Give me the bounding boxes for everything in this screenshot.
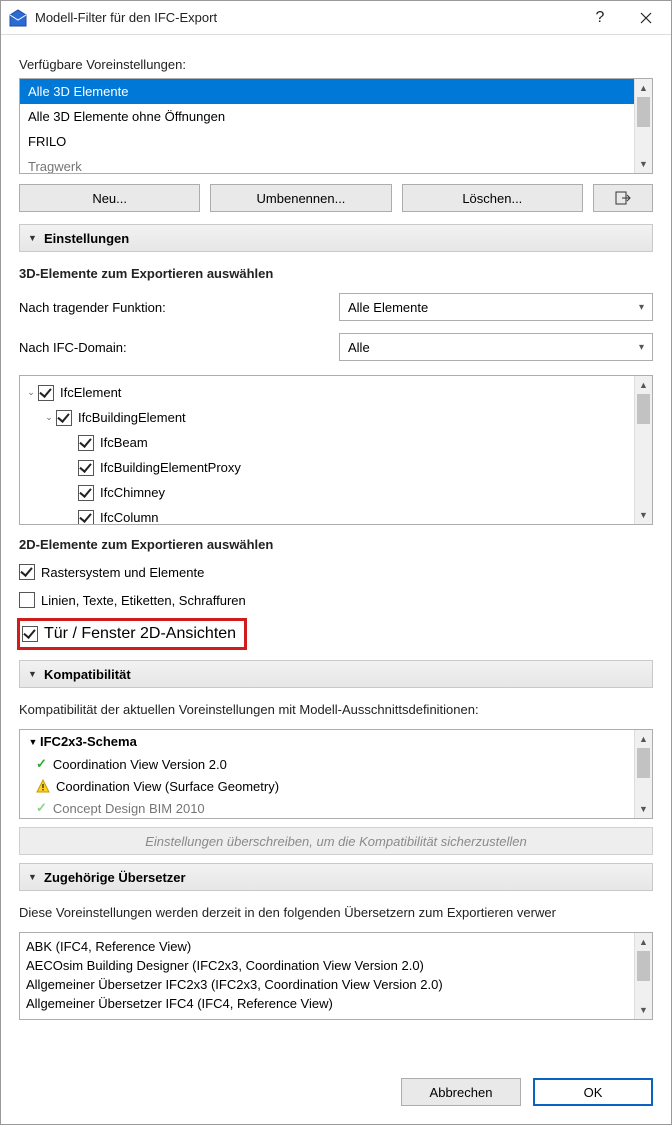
override-button: Einstellungen überschreiben, um die Komp… bbox=[19, 827, 653, 855]
chevron-down-icon: ▾ bbox=[639, 342, 644, 353]
compat-row-text: Coordination View (Surface Geometry) bbox=[56, 779, 279, 794]
tree-toggle[interactable]: ⌄ bbox=[42, 412, 56, 423]
preset-item[interactable]: Alle 3D Elemente ohne Öffnungen bbox=[20, 104, 634, 129]
tree-checkbox[interactable] bbox=[78, 510, 94, 525]
preset-item[interactable]: Tragwerk bbox=[20, 154, 634, 173]
translators-section-toggle[interactable]: ▼ Zugehörige Übersetzer bbox=[19, 863, 653, 891]
grid-checkbox[interactable] bbox=[19, 564, 35, 580]
warning-icon bbox=[36, 779, 50, 793]
tree-checkbox[interactable] bbox=[38, 385, 54, 401]
compat-schema: IFC2x3-Schema bbox=[40, 734, 137, 749]
preset-item[interactable]: Alle 3D Elemente bbox=[20, 79, 634, 104]
tree-checkbox[interactable] bbox=[78, 485, 94, 501]
scrollbar[interactable]: ▲ ▼ bbox=[634, 730, 652, 818]
scroll-down-icon[interactable]: ▼ bbox=[635, 506, 652, 524]
import-export-button[interactable] bbox=[593, 184, 653, 212]
doorwindow-checkbox[interactable] bbox=[22, 626, 38, 642]
scrollbar[interactable]: ▲ ▼ bbox=[634, 79, 652, 173]
scroll-up-icon[interactable]: ▲ bbox=[635, 376, 652, 394]
grid-checkbox-label: Rastersystem und Elemente bbox=[41, 565, 204, 580]
translator-item[interactable]: Allgemeiner Übersetzer IFC4 (IFC4, Refer… bbox=[26, 994, 628, 1013]
by-domain-select[interactable]: Alle ▾ bbox=[339, 333, 653, 361]
scroll-up-icon[interactable]: ▲ bbox=[635, 933, 652, 951]
presets-listbox[interactable]: Alle 3D Elemente Alle 3D Elemente ohne Ö… bbox=[19, 78, 653, 174]
tree-leaf[interactable]: IfcBeam bbox=[100, 435, 148, 450]
scroll-up-icon[interactable]: ▲ bbox=[635, 730, 652, 748]
app-icon bbox=[9, 9, 27, 27]
delete-button[interactable]: Löschen... bbox=[402, 184, 583, 212]
scroll-up-icon[interactable]: ▲ bbox=[635, 79, 652, 97]
tree-toggle[interactable]: ⌄ bbox=[24, 387, 38, 398]
ok-button[interactable]: OK bbox=[533, 1078, 653, 1106]
translator-item[interactable]: ABK (IFC4, Reference View) bbox=[26, 937, 628, 956]
3d-heading: 3D-Elemente zum Exportieren auswählen bbox=[19, 266, 653, 281]
translators-list[interactable]: ABK (IFC4, Reference View) AECOsim Build… bbox=[19, 932, 653, 1020]
by-function-select[interactable]: Alle Elemente ▾ bbox=[339, 293, 653, 321]
settings-section-label: Einstellungen bbox=[44, 231, 129, 246]
scroll-down-icon[interactable]: ▼ bbox=[635, 800, 652, 818]
translators-desc: Diese Voreinstellungen werden derzeit in… bbox=[19, 905, 653, 920]
2d-heading: 2D-Elemente zum Exportieren auswählen bbox=[19, 537, 653, 552]
by-domain-label: Nach IFC-Domain: bbox=[19, 340, 339, 355]
ok-icon: ✓ bbox=[36, 800, 47, 816]
help-button[interactable]: ? bbox=[577, 2, 623, 34]
lines-checkbox-label: Linien, Texte, Etiketten, Schraffuren bbox=[41, 593, 246, 608]
by-function-label: Nach tragender Funktion: bbox=[19, 300, 339, 315]
chevron-down-icon: ▼ bbox=[28, 233, 38, 243]
tree-checkbox[interactable] bbox=[78, 460, 94, 476]
compat-list[interactable]: ▼ IFC2x3-Schema ✓ Coordination View Vers… bbox=[19, 729, 653, 819]
settings-section-toggle[interactable]: ▼ Einstellungen bbox=[19, 224, 653, 252]
compat-desc: Kompatibilität der aktuellen Voreinstell… bbox=[19, 702, 653, 717]
rename-button[interactable]: Umbenennen... bbox=[210, 184, 391, 212]
translator-item[interactable]: Allgemeiner Übersetzer IFC2x3 (IFC2x3, C… bbox=[26, 975, 628, 994]
by-function-value: Alle Elemente bbox=[348, 300, 428, 315]
translators-section-label: Zugehörige Übersetzer bbox=[44, 870, 186, 885]
tree-leaf[interactable]: IfcColumn bbox=[100, 510, 159, 524]
translator-item[interactable]: AECOsim Building Designer (IFC2x3, Coord… bbox=[26, 956, 628, 975]
tree-checkbox[interactable] bbox=[78, 435, 94, 451]
preset-item[interactable]: FRILO bbox=[20, 129, 634, 154]
new-button[interactable]: Neu... bbox=[19, 184, 200, 212]
doorwindow-checkbox-label: Tür / Fenster 2D-Ansichten bbox=[44, 625, 236, 643]
scroll-down-icon[interactable]: ▼ bbox=[635, 1001, 652, 1019]
scrollbar[interactable]: ▲ ▼ bbox=[634, 933, 652, 1019]
chevron-down-icon: ▾ bbox=[639, 302, 644, 313]
tree-node[interactable]: IfcElement bbox=[60, 385, 121, 400]
close-button[interactable] bbox=[623, 2, 669, 34]
compat-section-label: Kompatibilität bbox=[44, 667, 131, 682]
dialog-title: Modell-Filter für den IFC-Export bbox=[35, 10, 577, 25]
ok-icon: ✓ bbox=[36, 756, 47, 772]
tree-checkbox[interactable] bbox=[56, 410, 72, 426]
compat-row-text: Coordination View Version 2.0 bbox=[53, 757, 227, 772]
doorwindow-highlight: Tür / Fenster 2D-Ansichten bbox=[17, 618, 247, 650]
tree-node[interactable]: IfcBuildingElement bbox=[78, 410, 186, 425]
lines-checkbox[interactable] bbox=[19, 592, 35, 608]
cancel-button[interactable]: Abbrechen bbox=[401, 1078, 521, 1106]
compat-section-toggle[interactable]: ▼ Kompatibilität bbox=[19, 660, 653, 688]
chevron-down-icon[interactable]: ▼ bbox=[26, 737, 40, 747]
scroll-down-icon[interactable]: ▼ bbox=[635, 155, 652, 173]
scrollbar[interactable]: ▲ ▼ bbox=[634, 376, 652, 524]
presets-label: Verfügbare Voreinstellungen: bbox=[19, 57, 653, 72]
tree-leaf[interactable]: IfcBuildingElementProxy bbox=[100, 460, 241, 475]
chevron-down-icon: ▼ bbox=[28, 669, 38, 679]
by-domain-value: Alle bbox=[348, 340, 370, 355]
chevron-down-icon: ▼ bbox=[28, 872, 38, 882]
compat-row-text: Concept Design BIM 2010 bbox=[53, 801, 205, 816]
tree-leaf[interactable]: IfcChimney bbox=[100, 485, 165, 500]
ifc-tree[interactable]: ⌄ IfcElement ⌄ IfcBuildingElement IfcBea… bbox=[19, 375, 653, 525]
